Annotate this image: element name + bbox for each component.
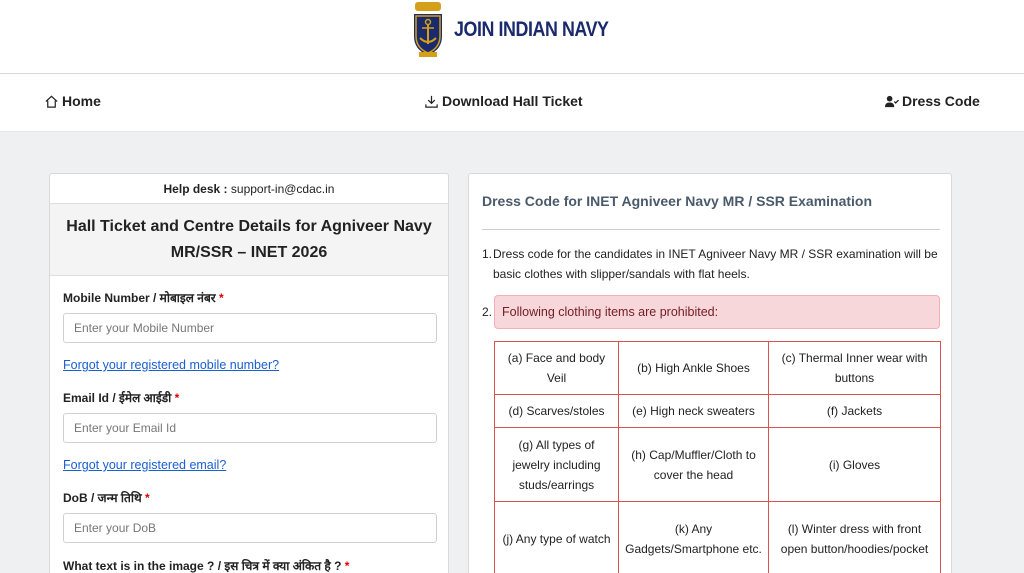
mobile-label: Mobile Number / मोबाइल नंबर * (63, 289, 224, 306)
table-row: (d) Scarves/stoles (e) High neck sweater… (494, 394, 941, 428)
table-cell: (b) High Ankle Shoes (618, 341, 769, 395)
dress-code-point-1: 1. Dress code for the candidates in INET… (482, 244, 942, 284)
helpdesk-email: support-in@cdac.in (230, 182, 335, 196)
helpdesk-bar: Help desk : support-in@cdac.in (50, 174, 448, 204)
dob-label-text: DoB / जन्म तिथि (63, 491, 142, 505)
dress-code-title: Dress Code for INET Agniveer Navy MR / S… (482, 193, 873, 209)
forgot-email-link[interactable]: Forgot your registered email? (63, 458, 226, 472)
nav-download-label: Download Hall Ticket (442, 93, 583, 109)
point-number: 2. (482, 305, 493, 319)
nav-dress-code-link[interactable]: Dress Code (884, 93, 980, 109)
dress-code-card: Dress Code for INET Agniveer Navy MR / S… (468, 173, 952, 573)
form-title-line1: Hall Ticket and Centre Details for Agniv… (66, 218, 432, 235)
table-row: (g) All types of jewelry including studs… (494, 427, 941, 502)
table-row: (a) Face and body Veil (b) High Ankle Sh… (494, 341, 941, 395)
email-label-text: Email Id / ईमेल आईडी (63, 391, 172, 405)
captcha-label-text: What text is in the image ? / इस चित्र म… (63, 559, 342, 573)
nav-home-link[interactable]: Home (44, 93, 101, 109)
download-icon (425, 95, 438, 108)
captcha-label: What text is in the image ? / इस चित्र म… (63, 557, 349, 573)
home-icon (45, 95, 58, 108)
mobile-input[interactable] (63, 313, 437, 343)
forgot-mobile-link[interactable]: Forgot your registered mobile number? (63, 358, 279, 372)
form-title-line2: MR/SSR – INET 2026 (170, 244, 328, 261)
nav-home-label: Home (62, 93, 101, 109)
email-label: Email Id / ईमेल आईडी * (63, 389, 179, 406)
form-title: Hall Ticket and Centre Details for Agniv… (50, 204, 448, 276)
table-cell: (c) Thermal Inner wear with buttons (768, 341, 941, 395)
table-cell: (a) Face and body Veil (494, 341, 619, 395)
hall-ticket-form-card: Help desk : support-in@cdac.in Hall Tick… (49, 173, 449, 573)
table-cell: (k) Any Gadgets/Smartphone etc. (618, 501, 769, 573)
nav-dress-label: Dress Code (902, 93, 980, 109)
header: JOIN INDIAN NAVY (0, 0, 1024, 73)
required-mark: * (174, 391, 180, 405)
table-cell: (d) Scarves/stoles (494, 394, 619, 428)
table-cell: (l) Winter dress with front open button/… (768, 501, 941, 573)
table-cell: (e) High neck sweaters (618, 394, 769, 428)
table-cell: (h) Cap/Muffler/Cloth to cover the head (618, 427, 769, 502)
table-cell: (j) Any type of watch (494, 501, 619, 573)
dob-label: DoB / जन्म तिथि * (63, 489, 150, 506)
table-cell: (i) Gloves (768, 427, 941, 502)
required-mark: * (219, 291, 224, 305)
navy-emblem-icon (414, 2, 442, 57)
main-nav: Home Download Hall Ticket Dress Code (0, 73, 1024, 132)
point-number: 1. (482, 247, 493, 261)
email-input[interactable] (63, 413, 437, 443)
brand-name: JOIN INDIAN NAVY (454, 18, 609, 41)
mobile-label-text: Mobile Number / मोबाइल नंबर (63, 291, 216, 305)
table-cell: (g) All types of jewelry including studs… (494, 427, 619, 502)
brand-logo[interactable]: JOIN INDIAN NAVY (410, 2, 636, 58)
table-cell: (f) Jackets (768, 394, 941, 428)
dob-input[interactable] (63, 513, 437, 543)
table-row: (j) Any type of watch (k) Any Gadgets/Sm… (494, 501, 941, 573)
divider (482, 229, 940, 230)
prohibited-alert: Following clothing items are prohibited: (494, 295, 940, 329)
user-check-icon (884, 95, 899, 107)
point-text: Dress code for the candidates in INET Ag… (493, 247, 938, 281)
helpdesk-label: Help desk : (163, 182, 228, 196)
required-mark: * (144, 491, 150, 505)
prohibited-items-table: (a) Face and body Veil (b) High Ankle Sh… (494, 341, 941, 573)
required-mark: * (344, 559, 350, 573)
nav-download-hall-ticket-link[interactable]: Download Hall Ticket (424, 93, 583, 109)
